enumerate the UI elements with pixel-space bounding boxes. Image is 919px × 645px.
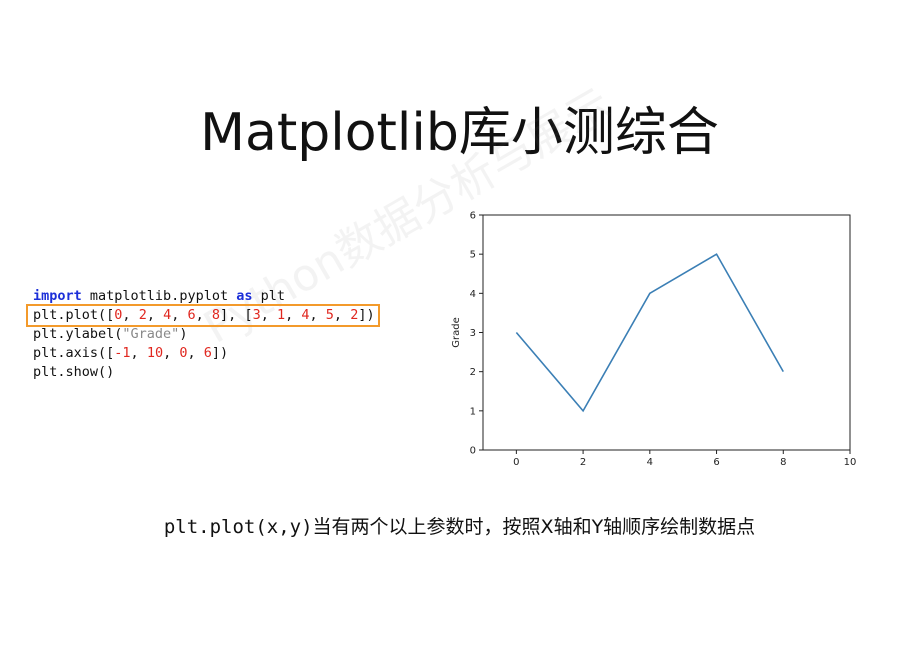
code-text: plt (252, 288, 285, 304)
y-tick-label: 6 (470, 211, 476, 222)
caption-code: plt.plot(x,y) (163, 516, 313, 538)
code-line-import: import matplotlib.pyplot as plt (33, 287, 378, 306)
code-text: , (187, 345, 204, 361)
code-text: plt.plot([ (33, 307, 115, 323)
series-line (515, 253, 784, 413)
code-number: 4 (163, 307, 172, 323)
code-number: 1 (276, 307, 286, 323)
code-text: , (122, 307, 139, 323)
caption-text: 当有两个以上参数时，按照X轴和Y轴顺序绘制数据点 (312, 516, 756, 538)
code-line-ylabel: plt.ylabel("Grade") (33, 325, 378, 344)
code-number: 4 (301, 307, 310, 323)
code-text: , (333, 307, 351, 323)
code-number: 2 (138, 307, 147, 323)
y-tick-label: 5 (470, 250, 476, 261)
code-text: , (309, 307, 326, 323)
x-tick-label: 4 (647, 457, 653, 468)
code-text: ) (179, 326, 188, 342)
y-tick-label: 1 (470, 406, 476, 417)
caption: plt.plot(x,y)当有两个以上参数时，按照X轴和Y轴顺序绘制数据点 (0, 512, 919, 539)
code-text: plt.ylabel( (33, 326, 123, 342)
y-tick-label: 4 (470, 289, 476, 300)
code-text: , (171, 307, 188, 323)
code-text: matplotlib.pyplot (81, 288, 237, 304)
code-line-plot-highlighted: plt.plot([0, 2, 4, 6, 8], [3, 1, 4, 5, 2… (26, 304, 380, 327)
code-number: -1 (114, 345, 131, 361)
code-number: 10 (146, 345, 164, 361)
code-number: 6 (187, 307, 196, 323)
code-string: "Grade" (122, 326, 180, 342)
y-tick-label: 0 (470, 446, 476, 457)
code-text: , (163, 345, 180, 361)
x-tick-label: 6 (713, 457, 719, 468)
x-tick-label: 10 (844, 457, 857, 468)
code-keyword: import (33, 288, 82, 304)
code-line-axis: plt.axis([-1, 10, 0, 6]) (33, 344, 378, 363)
code-text: , (195, 307, 212, 323)
code-number: 8 (211, 307, 221, 323)
code-text: , (146, 307, 164, 323)
code-text: ]) (358, 307, 375, 323)
x-tick-label: 0 (513, 457, 519, 468)
code-block: import matplotlib.pyplot as plt plt.plot… (26, 287, 380, 382)
line-chart: 0 2 4 6 8 10 0 1 2 3 4 5 6 Grade (440, 205, 870, 475)
code-keyword: as (236, 288, 253, 304)
y-tick-label: 2 (470, 367, 476, 378)
code-text: , (130, 345, 147, 361)
code-number: 3 (252, 307, 261, 323)
x-tick-label: 8 (780, 457, 786, 468)
y-tick-label: 3 (470, 328, 476, 339)
code-text: plt.axis([ (33, 345, 115, 361)
slide-title: Matplotlib库小测综合 (200, 103, 719, 163)
chart-svg: 0 2 4 6 8 10 0 1 2 3 4 5 6 Grade (451, 211, 857, 469)
code-text: , (285, 307, 302, 323)
code-text: , (260, 307, 277, 323)
x-tick-label: 2 (580, 457, 586, 468)
axes-frame (482, 214, 851, 451)
code-number: 5 (325, 307, 334, 323)
code-line-show: plt.show() (33, 364, 115, 380)
code-text: ], [ (220, 307, 253, 323)
y-axis-label: Grade (451, 317, 462, 348)
code-number: 6 (203, 345, 212, 361)
code-text: ]) (211, 345, 229, 361)
